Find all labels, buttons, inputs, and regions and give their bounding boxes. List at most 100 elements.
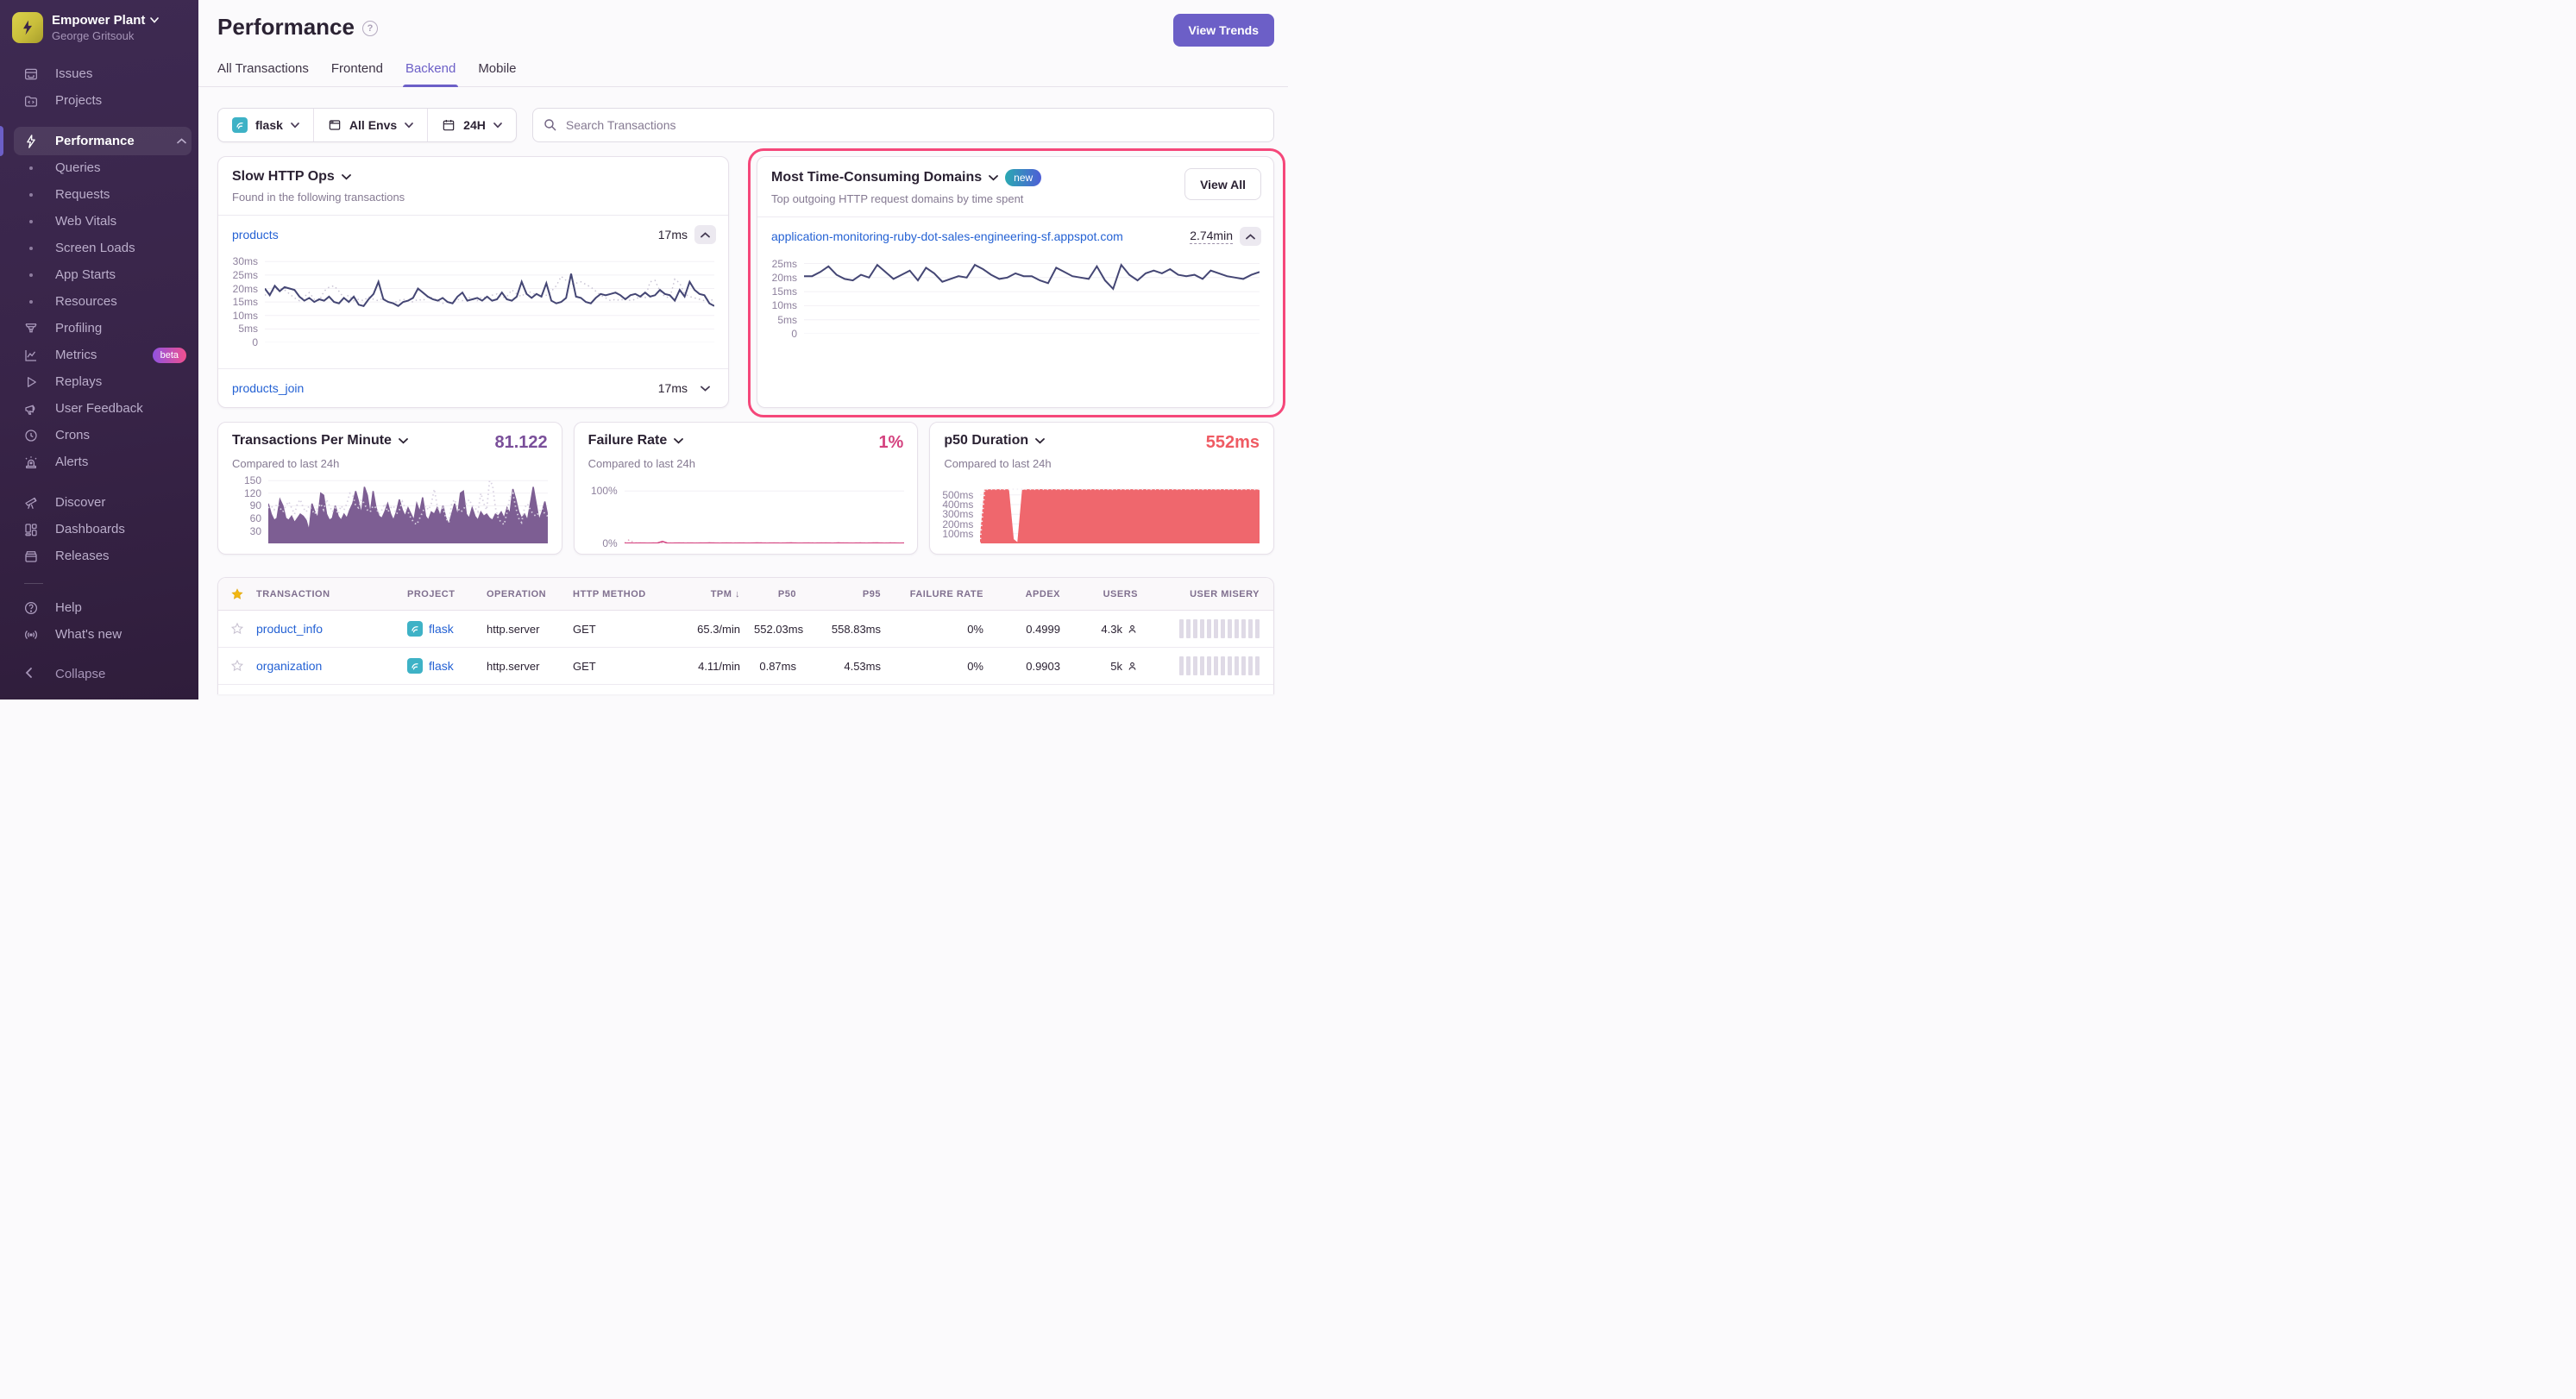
slow-http-ops-title[interactable]: Slow HTTP Ops [232,169,714,185]
sidebar-item-web-vitals[interactable]: Web Vitals [0,208,198,235]
window-icon [328,118,342,132]
flask-project-icon [232,117,248,133]
sidebar-item-label: Crons [55,428,90,442]
project-link[interactable]: flask [429,659,454,673]
sidebar-item-releases[interactable]: Releases [0,543,198,569]
user-icon [1127,661,1138,672]
table-row: product_info flask http.server GET 65.3/… [218,611,1273,648]
transactions-per-minute-card: Transactions Per Minute 81.122 Compared … [217,422,562,555]
sidebar-item-whats-new[interactable]: What's new [0,621,198,648]
chevron-down-icon [674,438,683,444]
sidebar-item-projects[interactable]: Projects [0,87,198,114]
org-name: Empower Plant [52,13,145,28]
http-method-cell: GET [573,623,668,636]
domain-row: application-monitoring-ruby-dot-sales-en… [757,217,1273,248]
col-p95[interactable]: P95 [810,589,895,599]
sidebar-collapse-button[interactable]: Collapse [0,661,198,687]
col-tpm-sorted[interactable]: TPM ↓ [668,589,754,599]
col-user-misery[interactable]: USER MISERY [1152,589,1273,599]
transactions-table: TRANSACTION PROJECT OPERATION HTTP METHO… [217,577,1274,694]
search-transactions-input[interactable] [532,108,1274,142]
sidebar-item-resources[interactable]: Resources [0,288,198,315]
operation-cell: http.server [487,623,573,636]
p95-cell: 558.83ms [810,623,895,636]
sidebar-item-performance[interactable]: Performance [0,128,198,154]
sidebar-item-dashboards[interactable]: Dashboards [0,516,198,543]
collapse-chart-button[interactable] [1240,227,1261,246]
sidebar-item-replays[interactable]: Replays [0,368,198,395]
p50-duration-card: p50 Duration 552ms Compared to last 24h … [929,422,1274,555]
products-join-link[interactable]: products_join [232,381,304,395]
sidebar-item-alerts[interactable]: Alerts [0,449,198,475]
sidebar-item-label: Resources [55,294,117,309]
sidebar-item-issues[interactable]: Issues [0,60,198,87]
sidebar-item-crons[interactable]: Crons [0,422,198,449]
view-trends-button[interactable]: View Trends [1173,14,1274,47]
sidebar-item-discover[interactable]: Discover [0,489,198,516]
products-link[interactable]: products [232,228,279,242]
expand-chart-button[interactable] [694,379,716,398]
sidebar-item-label: Profiling [55,321,102,336]
col-apdex[interactable]: APDEX [997,589,1074,599]
transaction-link[interactable]: product_info [256,622,323,636]
sidebar-item-label: Projects [55,93,102,108]
transaction-link[interactable]: organization [256,659,322,673]
y-axis-labels: 500ms400ms300ms200ms100ms [944,481,980,543]
sidebar-item-label: User Feedback [55,401,143,416]
col-failure-rate[interactable]: FAILURE RATE [895,589,997,599]
p50-duration-title[interactable]: p50 Duration [944,433,1045,449]
col-transaction[interactable]: TRANSACTION [256,589,407,599]
slow-http-ops-chart [265,256,714,342]
sidebar-item-requests[interactable]: Requests [0,181,198,208]
transaction-row-products: products 17ms [218,216,728,246]
tab-all-transactions[interactable]: All Transactions [217,61,309,86]
bullet-icon [29,247,33,250]
chevron-down-icon [989,175,998,181]
col-users[interactable]: USERS [1074,589,1152,599]
view-all-button[interactable]: View All [1184,168,1261,200]
failure-rate-title[interactable]: Failure Rate [588,433,684,449]
tab-frontend[interactable]: Frontend [331,61,383,86]
sidebar-item-app-starts[interactable]: App Starts [0,261,198,288]
sidebar-item-label: Alerts [55,455,88,469]
p50-cell: 552.03ms [754,623,810,636]
star-header-icon[interactable] [218,587,256,601]
flask-project-icon [407,621,423,637]
sidebar-item-user-feedback[interactable]: User Feedback [0,395,198,422]
environment-filter[interactable]: All Envs [313,109,427,141]
tpm-title[interactable]: Transactions Per Minute [232,433,408,449]
domain-link[interactable]: application-monitoring-ruby-dot-sales-en… [771,229,1123,243]
collapse-chart-button[interactable] [694,225,716,244]
tpm-value: 81.122 [495,433,548,453]
project-link[interactable]: flask [429,622,454,636]
star-toggle[interactable] [218,622,256,636]
col-p50[interactable]: P50 [754,589,810,599]
slow-http-ops-subtitle: Found in the following transactions [232,191,714,204]
sidebar-item-profiling[interactable]: Profiling [0,315,198,342]
star-toggle[interactable] [218,659,256,673]
help-circle-icon[interactable]: ? [362,21,378,36]
chevron-down-icon [150,17,159,23]
date-range-filter[interactable]: 24H [427,109,516,141]
org-switcher[interactable]: Empower Plant George Gritsouk [0,0,198,43]
col-project[interactable]: PROJECT [407,589,487,599]
project-filter[interactable]: flask [218,109,313,141]
col-http-method[interactable]: HTTP METHOD [573,589,668,599]
project-filter-value: flask [255,118,283,132]
sidebar-item-label: Dashboards [55,522,125,536]
sidebar-item-screen-loads[interactable]: Screen Loads [0,235,198,261]
page-title: Performance ? [217,14,1274,41]
tpm-cell: 65.3/min [668,623,754,636]
sidebar-item-label: Web Vitals [55,214,116,229]
sidebar-item-label: Releases [55,549,110,563]
broadcast-icon [23,627,39,643]
tab-backend[interactable]: Backend [405,61,456,86]
sidebar-item-queries[interactable]: Queries [0,154,198,181]
sidebar-item-help[interactable]: Help [0,594,198,621]
sidebar-item-metrics[interactable]: Metrics beta [0,342,198,368]
products-duration: 17ms [658,228,688,242]
col-operation[interactable]: OPERATION [487,589,573,599]
y-axis-labels: 30ms25ms20ms15ms10ms5ms0 [227,256,265,342]
tab-mobile[interactable]: Mobile [478,61,516,86]
chevron-up-icon[interactable] [177,138,186,144]
